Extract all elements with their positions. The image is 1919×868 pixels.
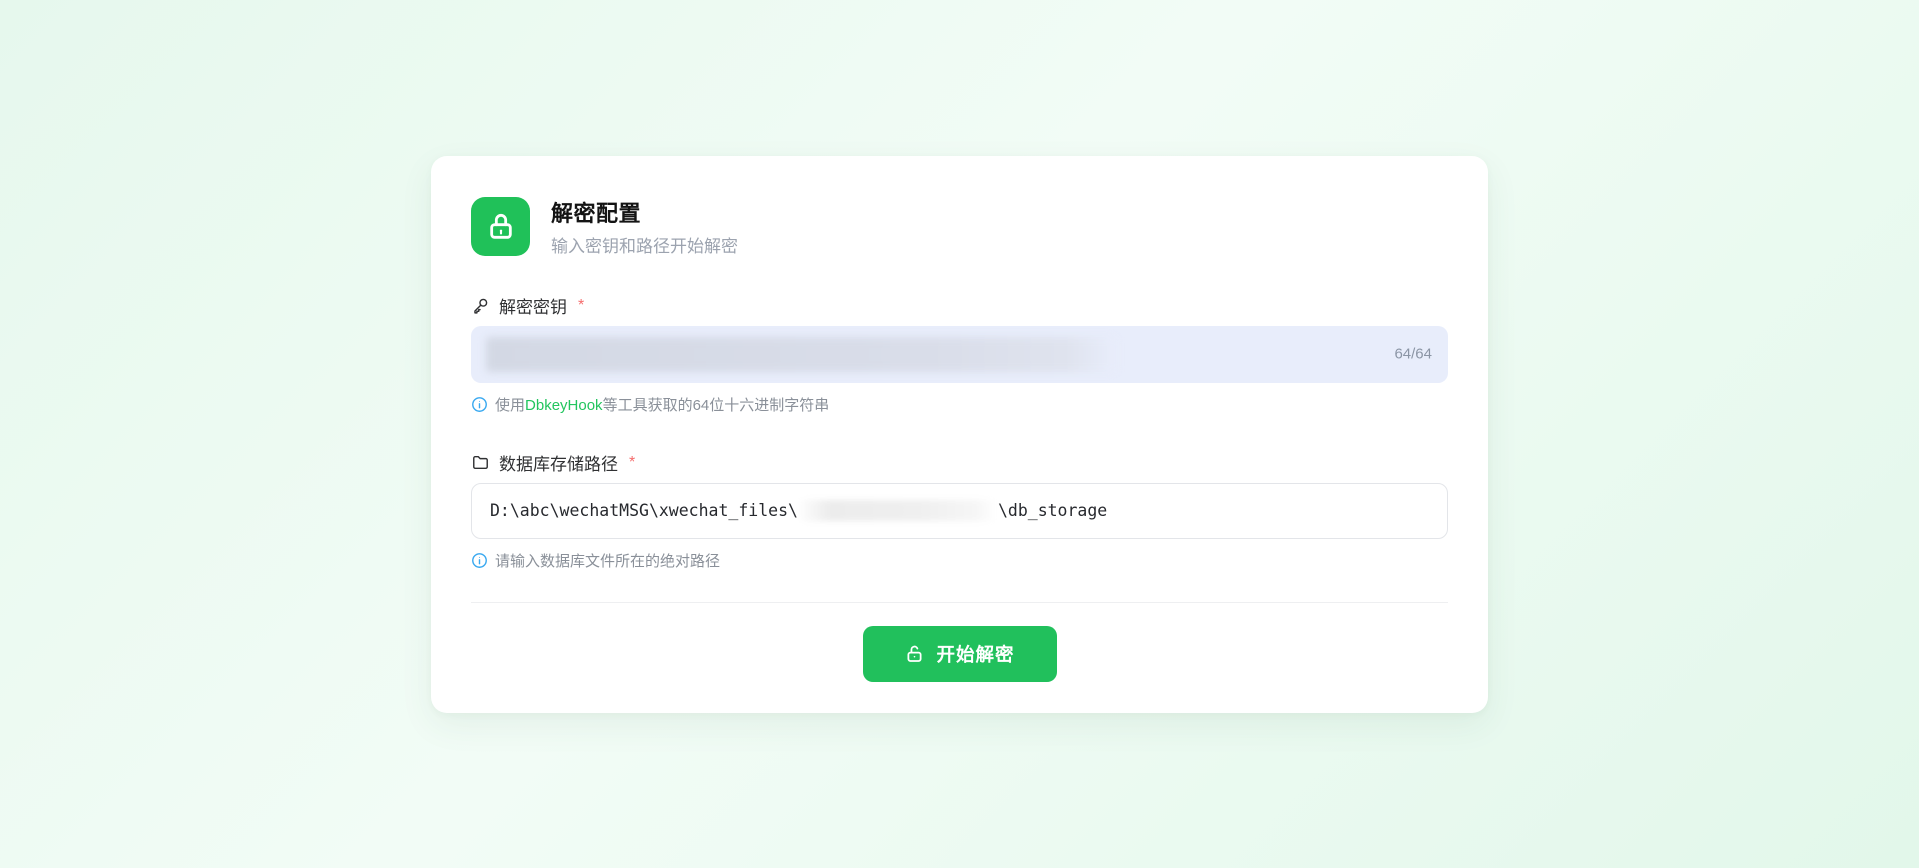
key-required-marker: *: [578, 297, 584, 315]
key-field-label-row: 解密密钥 *: [471, 296, 1448, 316]
header-titles: 解密配置 输入密钥和路径开始解密: [551, 196, 738, 257]
start-decrypt-button[interactable]: 开始解密: [863, 626, 1057, 682]
lock-icon: [471, 197, 530, 256]
key-field-block: 解密密钥 * 64/64 使用DbkeyHook等工具获取的64位十六进制字符串: [471, 296, 1448, 415]
field-gap: [471, 415, 1448, 453]
key-helper-prefix: 使用: [495, 397, 525, 414]
key-icon: [471, 296, 490, 315]
divider: [471, 602, 1448, 603]
footer: 开始解密: [471, 626, 1448, 682]
redacted-key-value: [486, 337, 1116, 372]
redacted-path-segment: [800, 500, 996, 521]
path-field-block: 数据库存储路径 * D:\abc\wechatMSG\xwechat_files…: [471, 453, 1448, 571]
decrypt-config-card: 解密配置 输入密钥和路径开始解密 解密密钥 * 64/64: [431, 156, 1488, 713]
path-value-prefix: D:\abc\wechatMSG\xwechat_files\: [490, 501, 798, 520]
key-helper-suffix: 等工具获取的64位十六进制字符串: [603, 397, 830, 414]
path-field-label: 数据库存储路径: [499, 450, 618, 475]
path-input[interactable]: D:\abc\wechatMSG\xwechat_files\ \db_stora…: [471, 483, 1448, 539]
key-helper-row: 使用DbkeyHook等工具获取的64位十六进制字符串: [471, 394, 1448, 415]
path-required-marker: *: [629, 454, 635, 472]
info-icon: [471, 396, 488, 413]
key-char-counter: 64/64: [1394, 346, 1432, 363]
path-helper-text: 请输入数据库文件所在的绝对路径: [495, 550, 720, 571]
unlock-icon: [904, 643, 925, 664]
page-title: 解密配置: [551, 196, 738, 228]
info-icon: [471, 552, 488, 569]
key-input[interactable]: 64/64: [471, 326, 1448, 383]
path-helper-row: 请输入数据库文件所在的绝对路径: [471, 550, 1448, 571]
path-field-label-row: 数据库存储路径 *: [471, 453, 1448, 473]
key-helper-text: 使用DbkeyHook等工具获取的64位十六进制字符串: [495, 394, 829, 415]
key-field-label: 解密密钥: [499, 293, 567, 318]
start-decrypt-label: 开始解密: [936, 641, 1014, 667]
page-subtitle: 输入密钥和路径开始解密: [551, 232, 738, 257]
dbkeyhook-link[interactable]: DbkeyHook: [525, 397, 603, 414]
card-header: 解密配置 输入密钥和路径开始解密: [471, 196, 1448, 257]
path-value-suffix: \db_storage: [998, 501, 1107, 520]
folder-icon: [471, 453, 490, 472]
